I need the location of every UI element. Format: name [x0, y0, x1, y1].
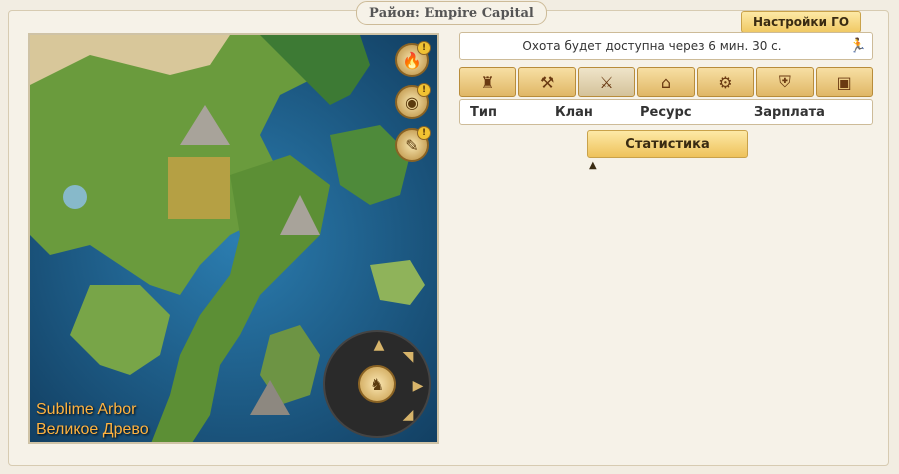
column-resource[interactable]: Ресурс	[640, 105, 692, 120]
statistics-button[interactable]: Статистика	[587, 130, 748, 158]
alert-badge: !	[417, 41, 431, 55]
sort-arrow-icon[interactable]: ▲	[589, 160, 597, 171]
tab-workshop[interactable]: ▣	[815, 67, 873, 97]
house-icon: ⌂	[660, 72, 672, 92]
column-salary[interactable]: Зарплата	[754, 105, 825, 120]
world-globe-icon[interactable]: ◉ !	[395, 83, 431, 119]
map-compass: ▲ ◥ ▶ ◢ ♞	[323, 330, 431, 438]
tab-guild[interactable]: ⛨	[756, 67, 814, 97]
scroll-glyph: ✎	[405, 135, 419, 155]
mill-icon: ⚙	[718, 72, 733, 92]
settings-button[interactable]: Настройки ГО	[741, 11, 861, 33]
running-man-icon[interactable]: 🏃	[844, 38, 872, 54]
region-map[interactable]: 🔥 ! ◉ ! ✎ ! ▲ ◥ ▶ ◢ ♞ Sublime Arbor Вели…	[28, 33, 439, 444]
world-globe-glyph: ◉	[405, 92, 419, 112]
tab-house[interactable]: ⌂	[637, 67, 695, 97]
hunt-status-text: Охота будет доступна через 6 мин. 30 с.	[522, 39, 782, 53]
guild-shield-icon: ⛨	[778, 72, 791, 91]
column-type[interactable]: Тип	[470, 105, 497, 120]
arrow-down-right-icon[interactable]: ◢	[397, 404, 419, 426]
column-clan[interactable]: Клан	[555, 105, 593, 120]
forge-icon: ⚒	[539, 72, 555, 92]
alert-badge: !	[417, 126, 431, 140]
crossed-swords-icon: ⚔	[599, 72, 614, 92]
window-title: Район: Empire Capital	[369, 5, 534, 21]
hunt-status-bar: Охота будет доступна через 6 мин. 30 с. …	[459, 32, 873, 60]
scroll-icon[interactable]: ✎ !	[395, 126, 431, 162]
tab-castle[interactable]: ♜	[459, 67, 517, 97]
region-name-ru: Великое Древо	[36, 421, 149, 438]
tab-forge[interactable]: ⚒	[518, 67, 576, 97]
table-header: Тип Клан Ресурс Зарплата	[459, 99, 873, 125]
region-name-en: Sublime Arbor	[36, 401, 137, 418]
castle-icon: ♜	[480, 72, 495, 92]
arrow-up-icon[interactable]: ▲	[368, 334, 390, 356]
window-title-plate: Район: Empire Capital	[356, 1, 547, 25]
tab-crossed-swords[interactable]: ⚔	[577, 67, 636, 97]
arrow-right-icon[interactable]: ▶	[407, 375, 429, 397]
arrow-up-right-icon[interactable]: ◥	[397, 346, 419, 368]
alert-badge: !	[417, 83, 431, 97]
tab-mill[interactable]: ⚙	[696, 67, 755, 97]
knight-center-icon[interactable]: ♞	[358, 365, 396, 403]
building-tabs: ♜ ⚒ ⚔ ⌂ ⚙ ⛨ ▣	[459, 67, 873, 97]
fire-shield-icon[interactable]: 🔥 !	[395, 41, 431, 77]
workshop-icon: ▣	[836, 72, 852, 92]
